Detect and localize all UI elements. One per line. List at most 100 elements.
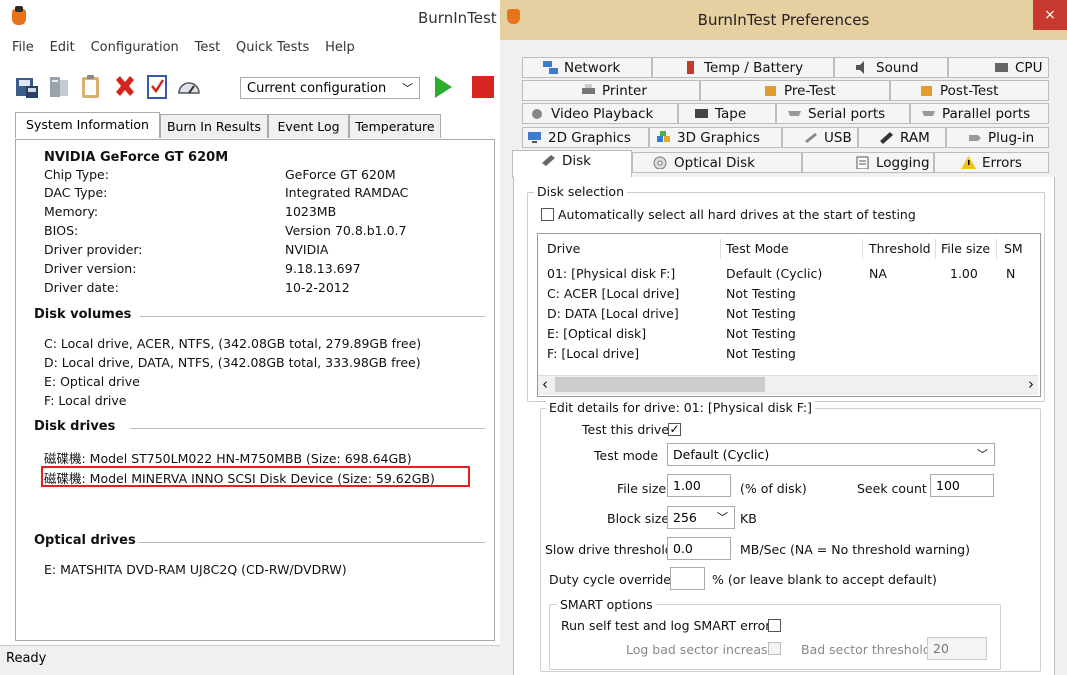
start-test-icon[interactable]	[430, 74, 456, 100]
clipboard-icon[interactable]	[78, 74, 104, 100]
smart-options-title: SMART options	[557, 597, 656, 612]
optical-icon	[653, 156, 667, 169]
bad-sector-increase-checkbox[interactable]	[768, 642, 781, 655]
column-file-size[interactable]: File size	[941, 241, 990, 256]
tab-cpu[interactable]: CPU	[948, 57, 1049, 78]
chevron-down-icon: ﹀	[717, 511, 728, 524]
tab-burn-in-results[interactable]: Burn In Results	[160, 114, 268, 138]
menu-test[interactable]: Test	[195, 40, 221, 55]
duty-cycle-input[interactable]	[670, 567, 705, 590]
block-size-label: Block size	[607, 511, 670, 526]
column-test-mode[interactable]: Test Mode	[726, 241, 789, 256]
stop-x-icon[interactable]	[112, 74, 138, 100]
column-divider	[996, 239, 997, 259]
network-icon	[543, 61, 558, 74]
logging-icon	[856, 156, 869, 169]
test-this-drive-label: Test this drive	[582, 422, 670, 437]
disk-selection-title: Disk selection	[534, 184, 628, 199]
preferences-title: BurnInTest Preferences	[697, 11, 870, 29]
tab-temperature[interactable]: Temperature	[349, 114, 441, 138]
ram-icon	[880, 132, 893, 144]
drive-cell[interactable]: E: [Optical disk]	[547, 326, 646, 341]
filesize-cell: 1.00	[950, 266, 978, 281]
cpu-icon	[995, 63, 1008, 72]
auto-select-label: Automatically select all hard drives at …	[558, 207, 916, 222]
test-mode-select[interactable]: Default (Cyclic) ﹀	[667, 443, 995, 466]
drive-cell[interactable]: C: ACER [Local drive]	[547, 286, 679, 301]
mode-cell: Default (Cyclic)	[726, 266, 823, 281]
seek-count-input[interactable]: 100	[930, 474, 994, 497]
tab-errors[interactable]: Errors	[934, 152, 1049, 173]
scroll-right-icon[interactable]: ›	[1028, 375, 1034, 393]
slow-threshold-input[interactable]: 0.0	[667, 537, 731, 560]
menu-help[interactable]: Help	[325, 40, 355, 55]
tab-pre-test[interactable]: Pre-Test	[700, 80, 890, 101]
drive-cell[interactable]: D: DATA [Local drive]	[547, 306, 679, 321]
menu-configuration[interactable]: Configuration	[91, 40, 179, 55]
tab-disk[interactable]: Disk	[512, 150, 632, 178]
column-smart[interactable]: SM	[1004, 241, 1023, 256]
optical-drives-heading: Optical drives	[34, 533, 136, 548]
gauge-icon[interactable]	[176, 74, 202, 100]
warning-icon	[961, 156, 976, 169]
tab-parallel-ports[interactable]: Parallel ports	[910, 103, 1049, 124]
tab-event-log[interactable]: Event Log	[268, 114, 349, 138]
tape-icon	[695, 109, 708, 118]
tab-sound[interactable]: Sound	[834, 57, 948, 78]
tab-serial-ports[interactable]: Serial ports	[776, 103, 910, 124]
slow-threshold-unit: MB/Sec (NA = No threshold warning)	[740, 542, 970, 557]
tab-optical-disk[interactable]: Optical Disk	[632, 152, 802, 173]
tab-network[interactable]: Network	[522, 57, 652, 78]
drive-cell[interactable]: 01: [Physical disk F:]	[547, 266, 675, 281]
disk-volume-item: C: Local drive, ACER, NTFS, (342.08GB to…	[44, 336, 422, 351]
hardware-icon[interactable]	[46, 74, 72, 100]
menu-quick-tests[interactable]: Quick Tests	[236, 40, 309, 55]
slow-threshold-label: Slow drive threshold	[545, 542, 673, 557]
tab-ram[interactable]: RAM	[858, 127, 946, 148]
gpu-label: Driver date:	[44, 280, 119, 295]
save-config-icon[interactable]	[14, 74, 40, 100]
menu-file[interactable]: File	[12, 40, 34, 55]
drive-cell[interactable]: F: [Local drive]	[547, 346, 639, 361]
printer-icon	[582, 84, 595, 94]
file-size-input[interactable]: 1.00	[667, 474, 731, 497]
video-icon	[532, 109, 542, 119]
tab-printer[interactable]: Printer	[522, 80, 700, 101]
test-mode-value: Default (Cyclic)	[673, 447, 770, 462]
bad-sector-threshold-label: Bad sector threshold	[801, 642, 931, 657]
test-this-drive-checkbox[interactable]: ✓	[668, 423, 681, 436]
column-threshold[interactable]: Threshold	[869, 241, 931, 256]
gpu-value: GeForce GT 620M	[285, 167, 396, 182]
smart-run-checkbox[interactable]	[768, 619, 781, 632]
close-button[interactable]: ×	[1033, 0, 1067, 30]
tab-video-playback[interactable]: Video Playback	[522, 103, 678, 124]
monitor-icon	[528, 132, 541, 143]
configuration-select[interactable]: Current configuration ﹀	[240, 77, 420, 99]
tab-post-test[interactable]: Post-Test	[890, 80, 1049, 101]
usb-icon	[805, 133, 817, 143]
parallel-icon	[922, 111, 935, 116]
scroll-left-icon[interactable]: ‹	[542, 375, 548, 393]
main-title-bar: BurnInTest	[0, 0, 500, 36]
tab-temp-battery[interactable]: Temp / Battery	[652, 57, 834, 78]
tab-logging[interactable]: Logging	[802, 152, 934, 173]
block-size-select[interactable]: 256 ﹀	[667, 506, 735, 529]
auto-select-checkbox[interactable]	[541, 208, 554, 221]
tab-plug-in[interactable]: Plug-in	[946, 127, 1049, 148]
scrollbar-thumb[interactable]	[555, 377, 765, 392]
column-drive[interactable]: Drive	[547, 241, 580, 256]
disk-volume-item: F: Local drive	[44, 393, 127, 408]
block-size-value: 256	[673, 510, 697, 525]
bad-sector-threshold-input[interactable]: 20	[927, 637, 987, 660]
tab-3d-graphics[interactable]: 3D Graphics	[649, 127, 782, 148]
smart-run-label: Run self test and log SMART errors	[561, 618, 777, 633]
checklist-icon[interactable]	[144, 74, 170, 100]
main-window: BurnInTest File Edit Configuration Test …	[0, 0, 501, 675]
mode-cell: Not Testing	[726, 326, 796, 341]
tab-system-information[interactable]: System Information	[15, 112, 160, 138]
stop-test-icon[interactable]	[470, 74, 496, 100]
menu-edit[interactable]: Edit	[50, 40, 75, 55]
tab-usb[interactable]: USB	[782, 127, 858, 148]
tab-2d-graphics[interactable]: 2D Graphics	[522, 127, 649, 148]
tab-tape[interactable]: Tape	[678, 103, 776, 124]
